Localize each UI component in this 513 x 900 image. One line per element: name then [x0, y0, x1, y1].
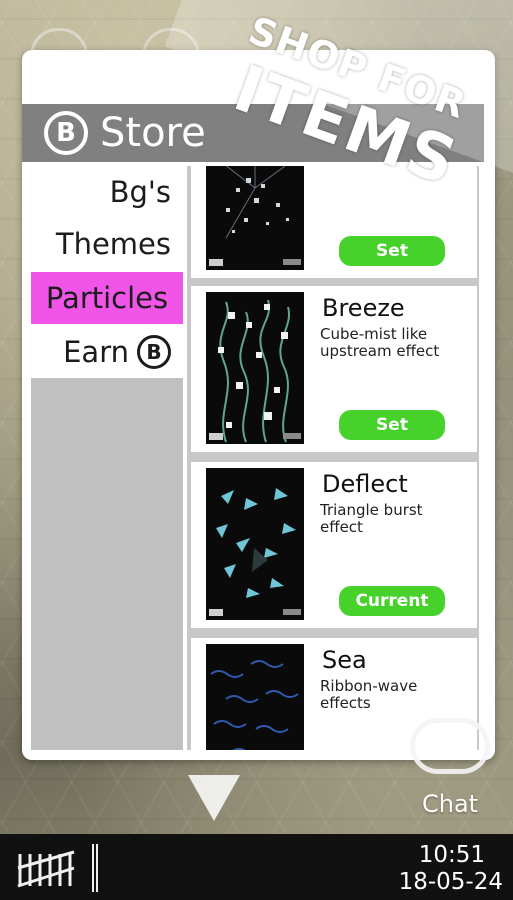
- item-title: Deflect: [322, 470, 408, 498]
- item-description: Ribbon-wave effects: [320, 677, 418, 712]
- sidebar-item-label: Bg's: [109, 175, 171, 209]
- list-item: Deflect Triangle burst effect Current: [191, 462, 477, 628]
- sidebar-item-themes[interactable]: Themes: [31, 218, 183, 270]
- sidebar-item-label: Particles: [45, 281, 169, 315]
- particle-preview-image: [206, 292, 304, 444]
- particle-preview-image: [206, 166, 304, 270]
- bitcoin-icon: B: [137, 335, 171, 369]
- preview-footer: [209, 259, 301, 267]
- sidebar-item-label: Themes: [55, 227, 171, 261]
- chat-button[interactable]: Chat: [402, 718, 502, 828]
- store-panel: B Store Bg's Themes Particles Earn B Set…: [22, 50, 495, 760]
- sidebar-item-label: Earn: [63, 335, 129, 369]
- store-header: B Store: [22, 104, 484, 162]
- status-separator: [92, 844, 98, 892]
- item-description: Cube-mist like upstream effect: [320, 325, 440, 360]
- category-sidebar: Bg's Themes Particles Earn B: [31, 166, 183, 750]
- background-triangle-shape: [188, 775, 240, 821]
- chat-bubble-icon: [410, 718, 490, 774]
- sidebar-item-earn[interactable]: Earn B: [31, 326, 183, 378]
- clock-time: 10:51: [418, 842, 485, 868]
- store-title: Store: [100, 110, 206, 156]
- list-item: Breeze Cube-mist like upstream effect Se…: [191, 286, 477, 452]
- sidebar-item-particles[interactable]: Particles: [31, 272, 183, 324]
- particle-preview-image: [206, 644, 304, 750]
- set-button[interactable]: Set: [339, 410, 445, 440]
- preview-footer: [209, 433, 301, 441]
- item-title: Breeze: [322, 294, 405, 322]
- particle-item-list[interactable]: Set Breeze Cube-mist like upstream effec…: [187, 166, 479, 750]
- current-button[interactable]: Current: [339, 586, 445, 616]
- clock-date: 18-05-24: [398, 869, 503, 895]
- sidebar-item-bgs[interactable]: Bg's: [31, 166, 183, 218]
- app-logo-icon: [17, 850, 75, 888]
- list-item: Set: [191, 166, 477, 278]
- item-title: Sea: [322, 646, 367, 674]
- bitcoin-icon: B: [44, 111, 88, 155]
- chat-label: Chat: [422, 790, 479, 818]
- status-bar: 10:51 18-05-24: [0, 834, 513, 900]
- preview-footer: [209, 609, 301, 617]
- particle-preview-image: [206, 468, 304, 620]
- item-description: Triangle burst effect: [320, 501, 423, 536]
- set-button[interactable]: Set: [339, 236, 445, 266]
